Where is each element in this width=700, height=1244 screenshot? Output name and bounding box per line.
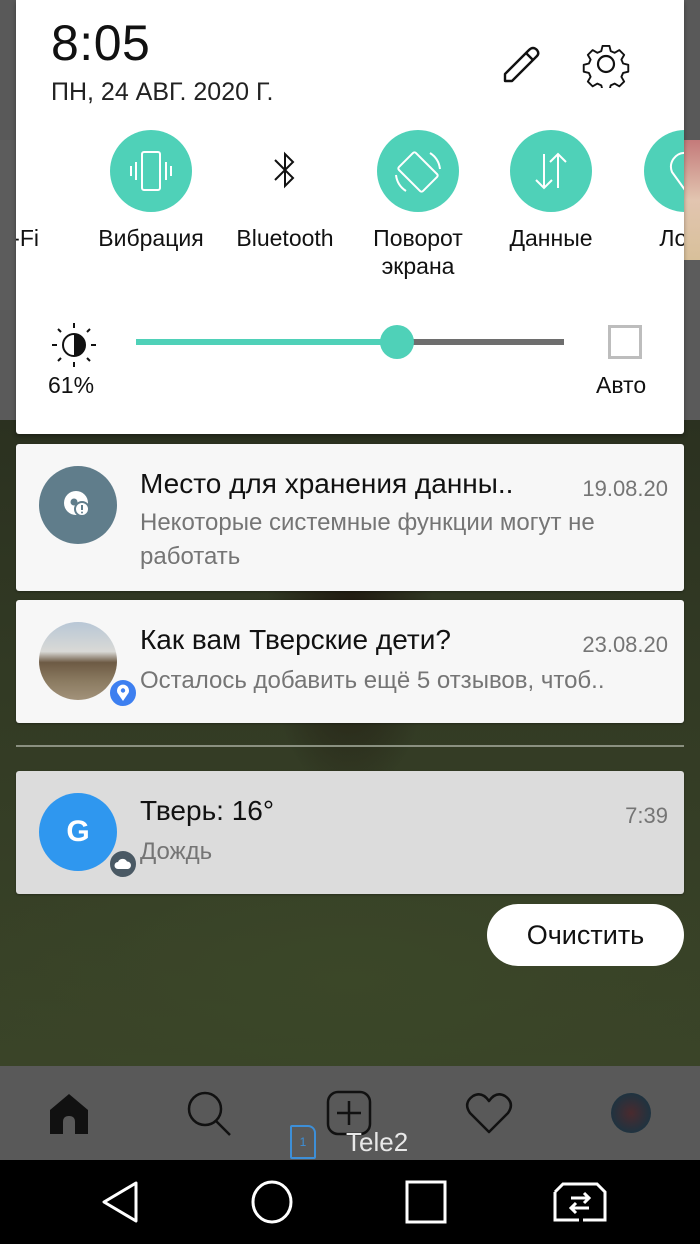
tile-rotation-circle[interactable]: [377, 130, 459, 212]
tile-rotation-label-line1: Поворот: [373, 225, 463, 251]
tile-location[interactable]: Лока: [618, 130, 684, 252]
recents-icon: [405, 1180, 447, 1224]
home-button[interactable]: [244, 1176, 300, 1228]
brightness-slider[interactable]: [136, 325, 564, 359]
home-circle-icon: [251, 1180, 293, 1224]
brightness-value: 61%: [48, 372, 95, 398]
switch-sim-button[interactable]: [552, 1176, 608, 1228]
notification-weather[interactable]: G Тверь: 16° 7:39 Дождь: [16, 771, 684, 894]
gear-icon: [582, 44, 630, 88]
notification-text: Дождь: [140, 838, 213, 865]
brightness-icon: [52, 323, 96, 367]
storage-warning-icon: [64, 491, 90, 517]
app-nav-profile[interactable]: [606, 1088, 656, 1138]
tile-mobile-data-circle[interactable]: [510, 130, 592, 212]
cloud-badge: [108, 849, 138, 879]
switch-sim-icon: [553, 1182, 607, 1222]
date: ПН, 24 АВГ. 2020 Г.: [51, 78, 274, 106]
tile-mobile-data-label: Данные: [509, 225, 593, 251]
tile-vibration-label: Вибрация: [98, 225, 204, 251]
google-letter: G: [66, 815, 90, 848]
notification-time: 7:39: [625, 803, 668, 828]
quick-settings-tiles: i-Fi re Вибрация Bluetooth: [16, 130, 684, 300]
cloud-icon: [114, 858, 131, 869]
tile-mobile-data[interactable]: Данные: [484, 130, 618, 252]
notification-time: 23.08.20: [582, 632, 668, 657]
notification-storage-icon-wrap: [39, 466, 117, 544]
tile-vibration[interactable]: Вибрация: [84, 130, 218, 252]
vibration-icon: [130, 151, 172, 191]
quick-settings-panel: 8:05 ПН, 24 АВГ. 2020 Г. i-Fi re: [16, 0, 684, 434]
notification-text: Некоторые системные функции могут не раб…: [140, 509, 595, 570]
brightness-slider-fill: [136, 339, 398, 345]
app-nav-home[interactable]: [44, 1088, 94, 1138]
home-icon: [50, 1094, 88, 1134]
tile-location-circle[interactable]: [644, 130, 684, 212]
edit-button[interactable]: [496, 40, 546, 90]
google-icon: G: [39, 793, 117, 871]
notification-title: Место для хранения данны..: [140, 468, 514, 499]
app-nav-search[interactable]: [184, 1088, 234, 1138]
place-photo: [39, 622, 117, 700]
heart-icon: [465, 1093, 513, 1134]
pencil-icon: [503, 46, 540, 83]
auto-brightness-checkbox[interactable]: [608, 325, 642, 359]
tile-bluetooth-label: Bluetooth: [236, 225, 334, 251]
sim-card-icon: 1: [290, 1125, 316, 1159]
notification-review[interactable]: Как вам Тверские дети? 23.08.20 Осталось…: [16, 600, 684, 723]
back-button[interactable]: [92, 1176, 148, 1228]
tile-bluetooth[interactable]: Bluetooth: [218, 130, 352, 252]
background-story-avatar: [682, 140, 700, 260]
carrier-name: Tele2: [346, 1126, 409, 1157]
notifications-divider: [16, 745, 684, 747]
rotation-icon: [395, 151, 441, 193]
tile-wifi[interactable]: i-Fi re: [16, 130, 39, 280]
notification-text: Осталось добавить ещё 5 отзывов, чтоб..: [140, 667, 605, 694]
profile-avatar: [611, 1093, 651, 1133]
tile-bluetooth-circle[interactable]: [244, 130, 326, 212]
tile-rotation-label-line2: экрана: [381, 253, 455, 279]
tile-rotation-label: Поворот экрана: [373, 224, 463, 280]
tile-rotation[interactable]: Поворот экрана: [351, 130, 485, 280]
back-icon: [102, 1181, 138, 1223]
brightness-control: 61% Авто: [16, 318, 684, 418]
system-nav-bar: [0, 1160, 700, 1244]
auto-brightness-label: Авто: [596, 372, 647, 398]
brightness-slider-thumb[interactable]: [380, 325, 415, 359]
clear-all-button[interactable]: Очистить: [487, 904, 684, 966]
recents-button[interactable]: [398, 1176, 454, 1228]
brightness-icon-wrap: [48, 322, 100, 368]
tile-vibration-circle[interactable]: [110, 130, 192, 212]
notification-title: Тверь: 16°: [140, 795, 275, 826]
carrier-info: 1 Tele2: [290, 1124, 408, 1160]
tile-wifi-label: i-Fi: [16, 225, 39, 251]
map-pin-badge: [108, 678, 138, 708]
clock: 8:05: [51, 15, 151, 71]
app-nav-activity[interactable]: [464, 1088, 514, 1138]
notification-storage[interactable]: Место для хранения данны.. 19.08.20 Неко…: [16, 444, 684, 591]
bluetooth-icon: [274, 151, 295, 189]
search-icon: [187, 1091, 231, 1136]
location-icon: [670, 151, 684, 191]
map-pin-icon: [117, 684, 129, 701]
tile-location-label: Лока: [659, 225, 684, 251]
notification-title: Как вам Тверские дети?: [140, 624, 451, 655]
notification-time: 19.08.20: [582, 476, 668, 501]
settings-button[interactable]: [580, 38, 632, 90]
data-transfer-icon: [535, 152, 567, 190]
